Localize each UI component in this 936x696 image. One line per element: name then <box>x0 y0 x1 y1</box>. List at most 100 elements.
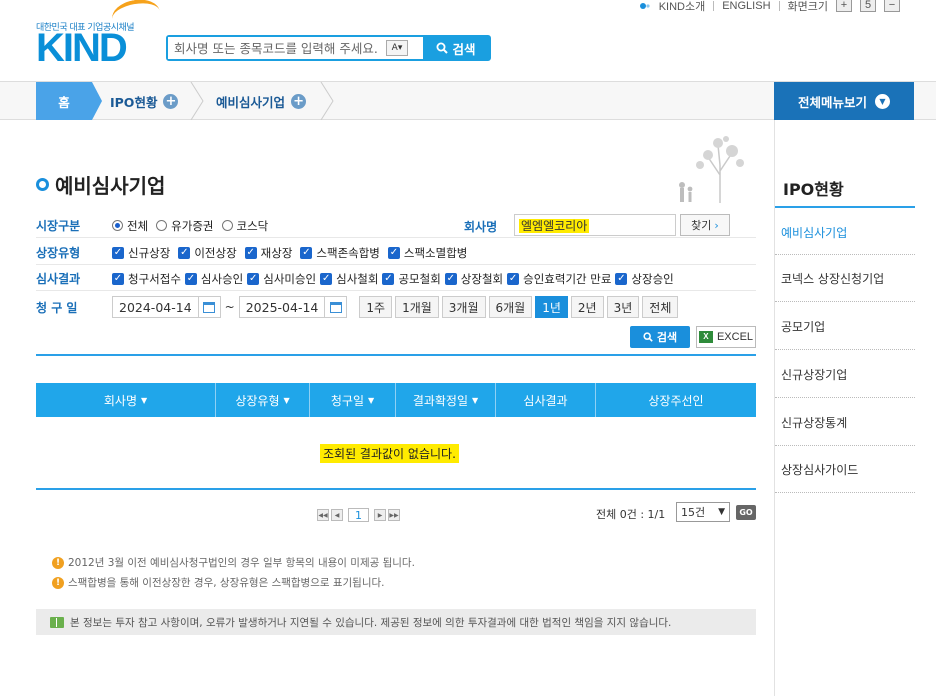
zoom-reset-button[interactable]: 5 <box>860 0 876 12</box>
checkbox-checked[interactable]: ✓ <box>247 272 260 285</box>
link-english[interactable]: ENGLISH <box>722 0 770 12</box>
nav-ipo-status[interactable]: IPO현황 + <box>110 82 179 120</box>
market-option-all[interactable]: 전체 <box>112 218 148 234</box>
checkbox-checked[interactable]: ✓ <box>112 246 124 259</box>
divider <box>775 445 915 446</box>
divider <box>775 206 915 208</box>
side-item-new-listing[interactable]: 신규상장기업 <box>781 366 915 383</box>
tree-illustration-icon <box>679 136 744 203</box>
period-6m-button[interactable]: 6개월 <box>488 296 533 318</box>
listing-type-label: 상장유형 <box>36 246 81 260</box>
search-input[interactable] <box>168 37 382 59</box>
nav-preliminary-review[interactable]: 예비심사기업 + <box>216 82 307 120</box>
plus-icon[interactable]: + <box>163 93 179 109</box>
separator <box>713 1 715 11</box>
note-item: ! 2012년 3월 이전 예비심사청구법인의 경우 일부 항목의 내용이 미제… <box>52 555 415 570</box>
column-company[interactable]: 회사명 ▼ <box>36 383 216 417</box>
period-1y-button[interactable]: 1년 <box>535 296 568 318</box>
first-page-icon[interactable]: ◀◀ <box>317 509 329 521</box>
filter-search-button[interactable]: 검색 <box>630 326 690 348</box>
checkbox-checked[interactable]: ✓ <box>320 272 333 285</box>
review-result-option[interactable]: ✓ 승인효력기간 만료 <box>507 271 611 287</box>
next-page-icon[interactable]: ▶ <box>374 509 386 521</box>
date-from-input[interactable]: 2024-04-14 <box>112 296 199 318</box>
divider <box>36 354 756 356</box>
review-result-option[interactable]: ✓ 상장철회 <box>444 271 503 287</box>
checkbox-checked[interactable]: ✓ <box>507 272 520 285</box>
go-button[interactable]: GO <box>736 505 756 520</box>
date-to-input[interactable]: 2025-04-14 <box>238 296 326 318</box>
period-3m-button[interactable]: 3개월 <box>441 296 486 318</box>
radio-checked[interactable] <box>112 220 123 231</box>
listing-type-option[interactable]: ✓ 스팩소멸합병 <box>387 245 467 261</box>
kind-logo[interactable]: KIND <box>36 28 128 68</box>
find-company-button[interactable]: 찾기 › <box>680 214 730 236</box>
search-option-toggle[interactable]: A ▾ <box>386 40 408 56</box>
review-result-option[interactable]: ✓ 심사철회 <box>320 271 378 287</box>
side-item-preliminary-review[interactable]: 예비심사기업 <box>781 224 915 241</box>
per-page-select[interactable]: 15건 ▼ <box>676 502 730 522</box>
listing-type-option[interactable]: ✓ 이전상장 <box>178 245 237 261</box>
excel-icon: X <box>698 331 713 343</box>
market-label: 시장구분 <box>36 219 81 233</box>
checkbox-checked[interactable]: ✓ <box>300 246 313 259</box>
listing-type-option[interactable]: ✓ 재상장 <box>244 245 292 261</box>
excel-download-button[interactable]: X EXCEL <box>696 326 756 348</box>
review-result-option[interactable]: ✓ 상장승인 <box>615 271 674 287</box>
link-kind-intro[interactable]: KIND소개 <box>659 0 706 14</box>
period-1w-button[interactable]: 1주 <box>359 296 393 318</box>
period-1m-button[interactable]: 1개월 <box>395 296 439 318</box>
zoom-out-button[interactable]: − <box>884 0 900 12</box>
checkbox-checked[interactable]: ✓ <box>615 272 628 285</box>
zoom-in-button[interactable]: + <box>836 0 852 12</box>
filter-listing-type-row: 상장유형 ✓ 신규상장 ✓ 이전상장 ✓ 재상장 ✓ 스팩존속합병 ✓ 스팩소멸합병 <box>36 241 756 265</box>
checkbox-checked[interactable]: ✓ <box>244 246 257 259</box>
market-option-kosdaq[interactable]: 코스닥 <box>221 218 268 234</box>
checkbox-checked[interactable]: ✓ <box>382 272 395 285</box>
period-all-button[interactable]: 전체 <box>642 296 679 318</box>
market-option-kospi[interactable]: 유가증권 <box>156 218 214 234</box>
side-menu-title: IPO현황 <box>783 180 844 199</box>
top-header: 대한민국 대표 기업공시채널 KIND A▾ 검색 KIND소개 ENGLISH… <box>0 0 936 82</box>
disclaimer-box: 본 정보는 투자 참고 사항이며, 오류가 발생하거나 지연될 수 있습니다. … <box>36 609 756 635</box>
divider <box>775 397 915 398</box>
side-item-review-guide[interactable]: 상장심사가이드 <box>781 461 915 478</box>
checkbox-checked[interactable]: ✓ <box>178 246 191 259</box>
last-page-icon[interactable]: ▶▶ <box>388 509 400 521</box>
calendar-icon[interactable] <box>325 296 348 318</box>
column-listing-type[interactable]: 상장유형 ▼ <box>216 383 310 417</box>
radio-unchecked[interactable] <box>156 220 168 231</box>
calendar-icon[interactable] <box>198 296 221 318</box>
period-2y-button[interactable]: 2년 <box>570 296 604 318</box>
side-item-listing-stats[interactable]: 신규상장통계 <box>781 414 915 431</box>
column-confirm-date[interactable]: 결과확정일 ▼ <box>396 383 496 417</box>
review-result-option[interactable]: ✓ 공모철회 <box>382 271 441 287</box>
plus-icon[interactable]: + <box>291 93 307 109</box>
all-menu-button[interactable]: 전체메뉴보기 ▼ <box>774 82 914 120</box>
checkbox-checked[interactable]: ✓ <box>387 246 400 259</box>
side-item-public-offering[interactable]: 공모기업 <box>781 318 915 335</box>
listing-type-option[interactable]: ✓ 스팩존속합병 <box>300 245 380 261</box>
side-item-konex[interactable]: 코넥스 상장신청기업 <box>781 270 915 287</box>
search-button[interactable]: 검색 <box>423 37 489 59</box>
checkbox-checked[interactable]: ✓ <box>184 272 197 285</box>
page-number[interactable]: 1 <box>348 508 369 522</box>
review-result-option[interactable]: ✓ 심사승인 <box>184 271 243 287</box>
radio-unchecked[interactable] <box>221 220 233 231</box>
checkbox-checked[interactable]: ✓ <box>112 272 124 285</box>
chevron-right-icon <box>320 81 334 121</box>
review-result-option[interactable]: ✓ 심사미승인 <box>247 271 316 287</box>
company-name-input[interactable]: 엘엠엘코리아 <box>514 214 676 236</box>
listing-type-option[interactable]: ✓ 신규상장 <box>112 245 170 261</box>
checkbox-checked[interactable]: ✓ <box>444 272 457 285</box>
filter-date-row: 청 구 일 2024-04-14 ~ 2025-04-14 1주 1개월 3개월… <box>36 293 756 321</box>
side-menu: IPO현황 예비심사기업 코넥스 상장신청기업 공모기업 신규상장기업 신규상장… <box>774 120 915 696</box>
column-underwriter: 상장주선인 <box>648 393 704 408</box>
nav-home[interactable]: 홈 <box>36 82 102 120</box>
empty-result-message: 조회된 결과값이 없습니다. <box>320 444 459 463</box>
top-links: KIND소개 ENGLISH 화면크기 + 5 − <box>639 0 900 14</box>
column-request-date[interactable]: 청구일 ▼ <box>310 383 396 417</box>
period-3y-button[interactable]: 3년 <box>606 296 640 318</box>
prev-page-icon[interactable]: ◀ <box>331 509 343 521</box>
review-result-option[interactable]: ✓ 청구서접수 <box>112 271 181 287</box>
